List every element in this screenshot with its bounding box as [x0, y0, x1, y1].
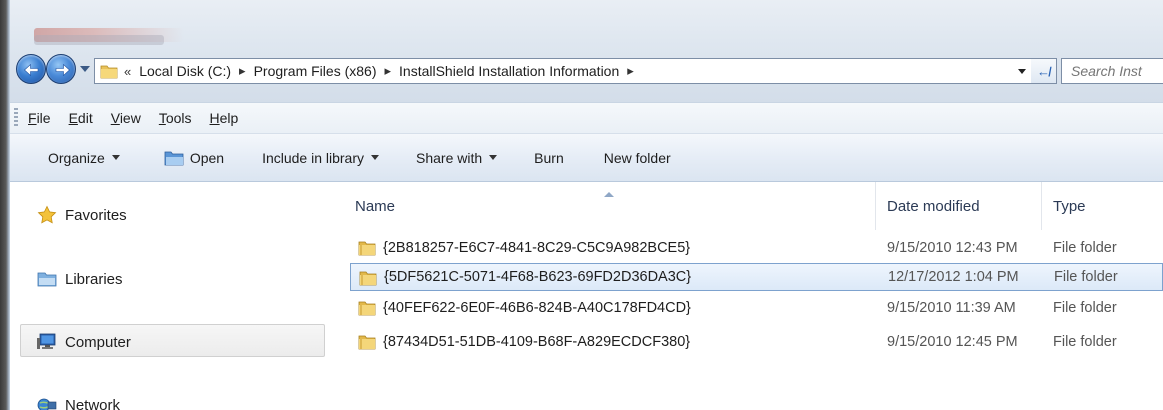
menu-view[interactable]: View — [111, 110, 141, 126]
include-in-library-button[interactable]: Include in library — [262, 150, 379, 166]
chevron-down-icon — [489, 155, 498, 160]
organize-label: Organize — [48, 149, 105, 166]
include-in-library-label: Include in library — [262, 149, 364, 166]
star-icon — [37, 205, 57, 224]
command-bar: Organize Open Include in library Share w… — [10, 134, 1163, 182]
nav-item-favorites[interactable]: Favorites — [37, 200, 127, 230]
chevron-down-icon — [111, 155, 120, 160]
folder-icon — [358, 335, 376, 350]
open-folder-icon — [164, 151, 184, 165]
table-row-selected[interactable]: {5DF5621C-5071-4F68-B623-69FD2D36DA3C} 1… — [350, 263, 1163, 291]
folder-icon — [358, 241, 376, 256]
menu-file[interactable]: File — [28, 110, 51, 126]
refresh-button[interactable]: ↚ — [1031, 58, 1057, 84]
open-label: Open — [189, 149, 225, 166]
file-name: {87434D51-51DB-4109-B68F-A829ECDCF380} — [383, 334, 691, 350]
file-list[interactable]: Name Date modified Type {2B818257-E6C7-4… — [330, 182, 1163, 410]
chevron-right-icon[interactable]: ▸ — [627, 63, 634, 79]
address-bar[interactable]: « Local Disk (C:) ▸ Program Files (x86) … — [94, 58, 1032, 84]
nav-item-network[interactable]: Network — [37, 390, 120, 410]
chevron-down-icon — [1017, 68, 1026, 74]
recent-pages-dropdown[interactable] — [80, 66, 90, 72]
chevron-right-icon[interactable]: ▸ — [384, 63, 391, 79]
back-arrow-icon — [24, 63, 39, 77]
breadcrumb-installshield[interactable]: InstallShield Installation Information — [397, 63, 621, 79]
forward-button[interactable] — [46, 54, 76, 84]
column-header-date-modified[interactable]: Date modified — [887, 182, 980, 230]
nav-label-libraries: Libraries — [65, 270, 123, 288]
breadcrumb-program-files[interactable]: Program Files (x86) — [252, 63, 379, 79]
nav-item-libraries[interactable]: Libraries — [37, 264, 123, 294]
network-icon — [37, 398, 57, 410]
column-name-label: Name — [355, 197, 396, 215]
column-divider[interactable] — [875, 182, 876, 230]
computer-icon — [37, 333, 56, 349]
navigation-pane[interactable]: Favorites Libraries Computer Network — [10, 182, 330, 410]
column-type-label: Type — [1053, 197, 1086, 215]
search-input[interactable] — [1062, 59, 1163, 83]
blurred-title-shadow — [34, 35, 164, 45]
nav-label-favorites: Favorites — [65, 206, 127, 224]
file-name: {2B818257-E6C7-4841-8C29-C5C9A982BCE5} — [383, 240, 691, 256]
new-folder-button[interactable]: New folder — [604, 150, 671, 166]
table-row[interactable]: {40FEF622-6E0F-46B6-824B-A40C178FD4CD} 9… — [350, 294, 1163, 322]
burn-label: Burn — [534, 149, 564, 166]
file-type: File folder — [1053, 334, 1117, 350]
burn-button[interactable]: Burn — [534, 150, 564, 166]
folder-icon — [358, 301, 376, 316]
breadcrumb-overflow[interactable]: « — [124, 64, 131, 79]
share-with-label: Share with — [416, 149, 483, 166]
folder-icon — [359, 271, 377, 286]
new-folder-label: New folder — [603, 149, 671, 166]
chevron-down-icon — [371, 155, 379, 160]
column-divider[interactable] — [1041, 182, 1042, 230]
file-name: {40FEF622-6E0F-46B6-824B-A40C178FD4CD} — [383, 300, 691, 316]
file-date: 9/15/2010 12:43 PM — [887, 240, 1018, 256]
table-row[interactable]: {2B818257-E6C7-4841-8C29-C5C9A982BCE5} 9… — [350, 234, 1163, 262]
organize-button[interactable]: Organize — [48, 150, 120, 166]
chevron-right-icon[interactable]: ▸ — [239, 63, 246, 79]
forward-arrow-icon — [55, 63, 70, 77]
file-type: File folder — [1053, 240, 1117, 256]
open-button[interactable]: Open — [164, 150, 224, 166]
address-history-dropdown[interactable] — [1011, 59, 1031, 83]
column-header-name[interactable]: Name — [355, 182, 395, 230]
window-frame-left — [0, 0, 10, 410]
nav-item-computer-selected[interactable]: Computer — [37, 327, 131, 357]
table-row[interactable]: {87434D51-51DB-4109-B68F-A829ECDCF380} 9… — [350, 328, 1163, 356]
toolbar-grip[interactable] — [14, 108, 18, 128]
menu-bar: File Edit View Tools Help — [10, 102, 1163, 134]
file-type: File folder — [1053, 300, 1117, 316]
breadcrumb-local-disk[interactable]: Local Disk (C:) — [137, 63, 233, 79]
file-date: 9/15/2010 11:39 AM — [887, 300, 1016, 316]
folder-icon — [100, 65, 118, 79]
nav-label-computer: Computer — [65, 333, 131, 351]
share-with-button[interactable]: Share with — [416, 149, 498, 166]
refresh-icon: ↚ — [1037, 63, 1050, 79]
column-header-type[interactable]: Type — [1053, 182, 1086, 230]
back-button[interactable] — [16, 54, 46, 84]
file-date: 9/15/2010 12:45 PM — [887, 334, 1018, 350]
title-area — [10, 0, 1163, 102]
menu-tools[interactable]: Tools — [159, 110, 192, 126]
sort-ascending-icon — [604, 192, 614, 197]
menu-edit[interactable]: Edit — [69, 110, 93, 126]
library-icon — [37, 272, 57, 287]
nav-label-network: Network — [65, 396, 121, 410]
menu-help[interactable]: Help — [210, 110, 239, 126]
file-name: {5DF5621C-5071-4F68-B623-69FD2D36DA3C} — [384, 269, 692, 285]
search-box[interactable] — [1061, 58, 1163, 84]
column-date-label: Date modified — [887, 197, 980, 215]
file-type: File folder — [1054, 269, 1118, 285]
file-date: 12/17/2012 1:04 PM — [888, 269, 1019, 285]
